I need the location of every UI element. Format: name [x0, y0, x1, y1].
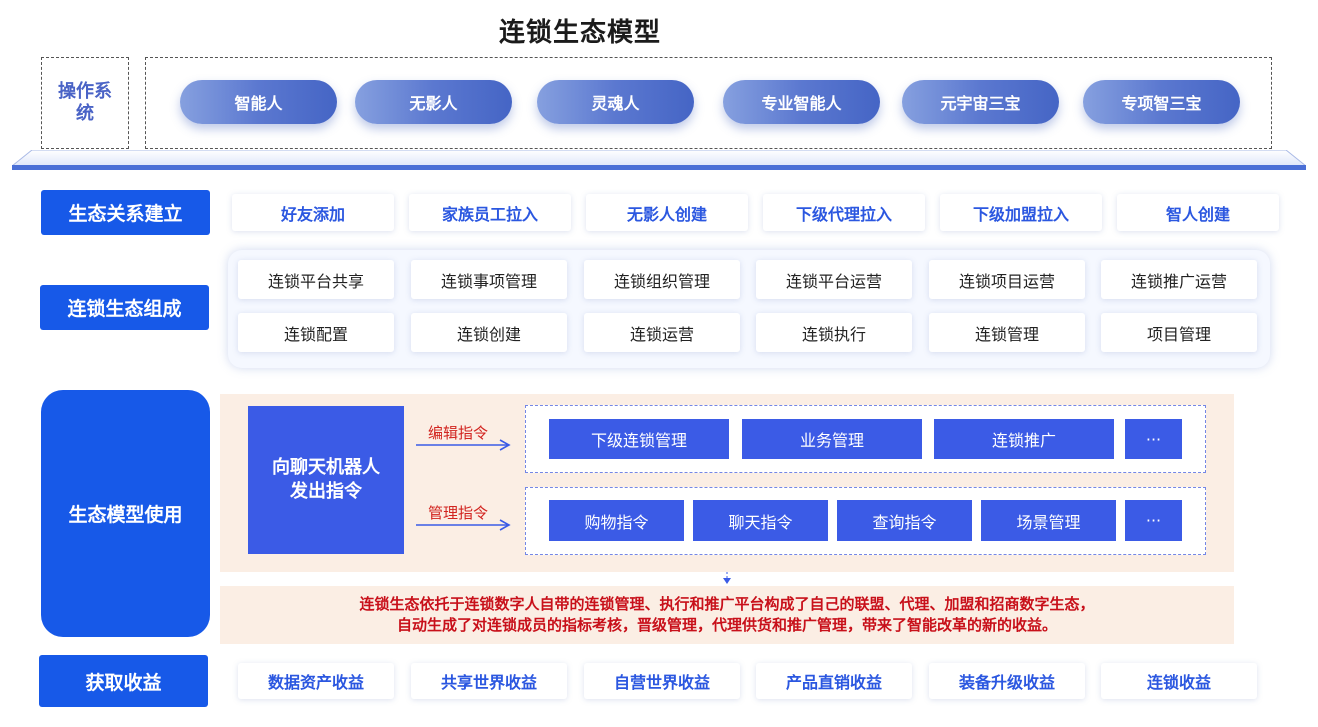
relation-item[interactable]: 下级代理拉入: [763, 194, 925, 231]
os-item-zhinengren[interactable]: 智能人: [180, 80, 337, 124]
revenue-item[interactable]: 数据资产收益: [238, 663, 394, 699]
manage-item[interactable]: 查询指令: [837, 500, 972, 541]
composition-item[interactable]: 连锁管理: [929, 313, 1085, 352]
composition-item[interactable]: 连锁组织管理: [584, 260, 740, 299]
revenue-item[interactable]: 连锁收益: [1101, 663, 1257, 699]
usage-summary: 连锁生态依托于连锁数字人自带的连锁管理、执行和推广平台构成了自己的联盟、代理、加…: [220, 586, 1234, 644]
edit-item[interactable]: 下级连锁管理: [549, 419, 729, 459]
chatbot-command-box[interactable]: 向聊天机器人发出指令: [248, 406, 404, 554]
os-item-yuanyuzhou[interactable]: 元宇宙三宝: [902, 80, 1059, 124]
revenue-item[interactable]: 自营世界收益: [584, 663, 740, 699]
composition-label: 连锁生态组成: [40, 285, 209, 330]
revenue-item[interactable]: 产品直销收益: [756, 663, 912, 699]
os-label: 操作系统: [41, 57, 129, 149]
relation-label: 生态关系建立: [41, 190, 210, 235]
manage-item[interactable]: 购物指令: [549, 500, 684, 541]
platform-base: [12, 150, 1306, 170]
usage-label: 生态模型使用: [41, 390, 210, 637]
page-title: 连锁生态模型: [498, 18, 661, 48]
composition-item[interactable]: 连锁执行: [756, 313, 912, 352]
composition-item[interactable]: 连锁项目运营: [929, 260, 1085, 299]
revenue-item[interactable]: 装备升级收益: [929, 663, 1085, 699]
usage-summary-line1: 连锁生态依托于连锁数字人自带的连锁管理、执行和推广平台构成了自己的联盟、代理、加…: [359, 595, 1095, 613]
composition-item[interactable]: 连锁事项管理: [411, 260, 567, 299]
edit-more-button[interactable]: ···: [1125, 419, 1182, 459]
usage-summary-line2: 自动生成了对连锁成员的指标考核，晋级管理，代理供货和推广管理，带来了智能改革的新…: [396, 616, 1057, 634]
os-item-zhuanxiang[interactable]: 专项智三宝: [1083, 80, 1240, 124]
manage-item[interactable]: 场景管理: [981, 500, 1116, 541]
relation-item[interactable]: 无影人创建: [586, 194, 748, 231]
relation-item[interactable]: 下级加盟拉入: [940, 194, 1102, 231]
composition-item[interactable]: 项目管理: [1101, 313, 1257, 352]
down-arrow-icon: [723, 572, 731, 584]
manage-more-button[interactable]: ···: [1125, 500, 1182, 541]
os-item-zhuanye[interactable]: 专业智能人: [723, 80, 880, 124]
composition-item[interactable]: 连锁平台共享: [238, 260, 394, 299]
revenue-item[interactable]: 共享世界收益: [411, 663, 567, 699]
composition-item[interactable]: 连锁配置: [238, 313, 394, 352]
revenue-label: 获取收益: [39, 655, 208, 707]
relation-item[interactable]: 家族员工拉入: [409, 194, 571, 231]
composition-item[interactable]: 连锁运营: [584, 313, 740, 352]
os-item-linghunren[interactable]: 灵魂人: [537, 80, 694, 124]
relation-item[interactable]: 好友添加: [232, 194, 394, 231]
edit-item[interactable]: 业务管理: [742, 419, 922, 459]
edit-item[interactable]: 连锁推广: [934, 419, 1114, 459]
edit-arrow-icon: [416, 439, 511, 451]
composition-item[interactable]: 连锁平台运营: [756, 260, 912, 299]
os-item-wuyingren[interactable]: 无影人: [355, 80, 512, 124]
composition-item[interactable]: 连锁创建: [411, 313, 567, 352]
relation-item[interactable]: 智人创建: [1117, 194, 1279, 231]
composition-item[interactable]: 连锁推广运营: [1101, 260, 1257, 299]
manage-item[interactable]: 聊天指令: [693, 500, 828, 541]
manage-arrow-icon: [416, 519, 511, 531]
